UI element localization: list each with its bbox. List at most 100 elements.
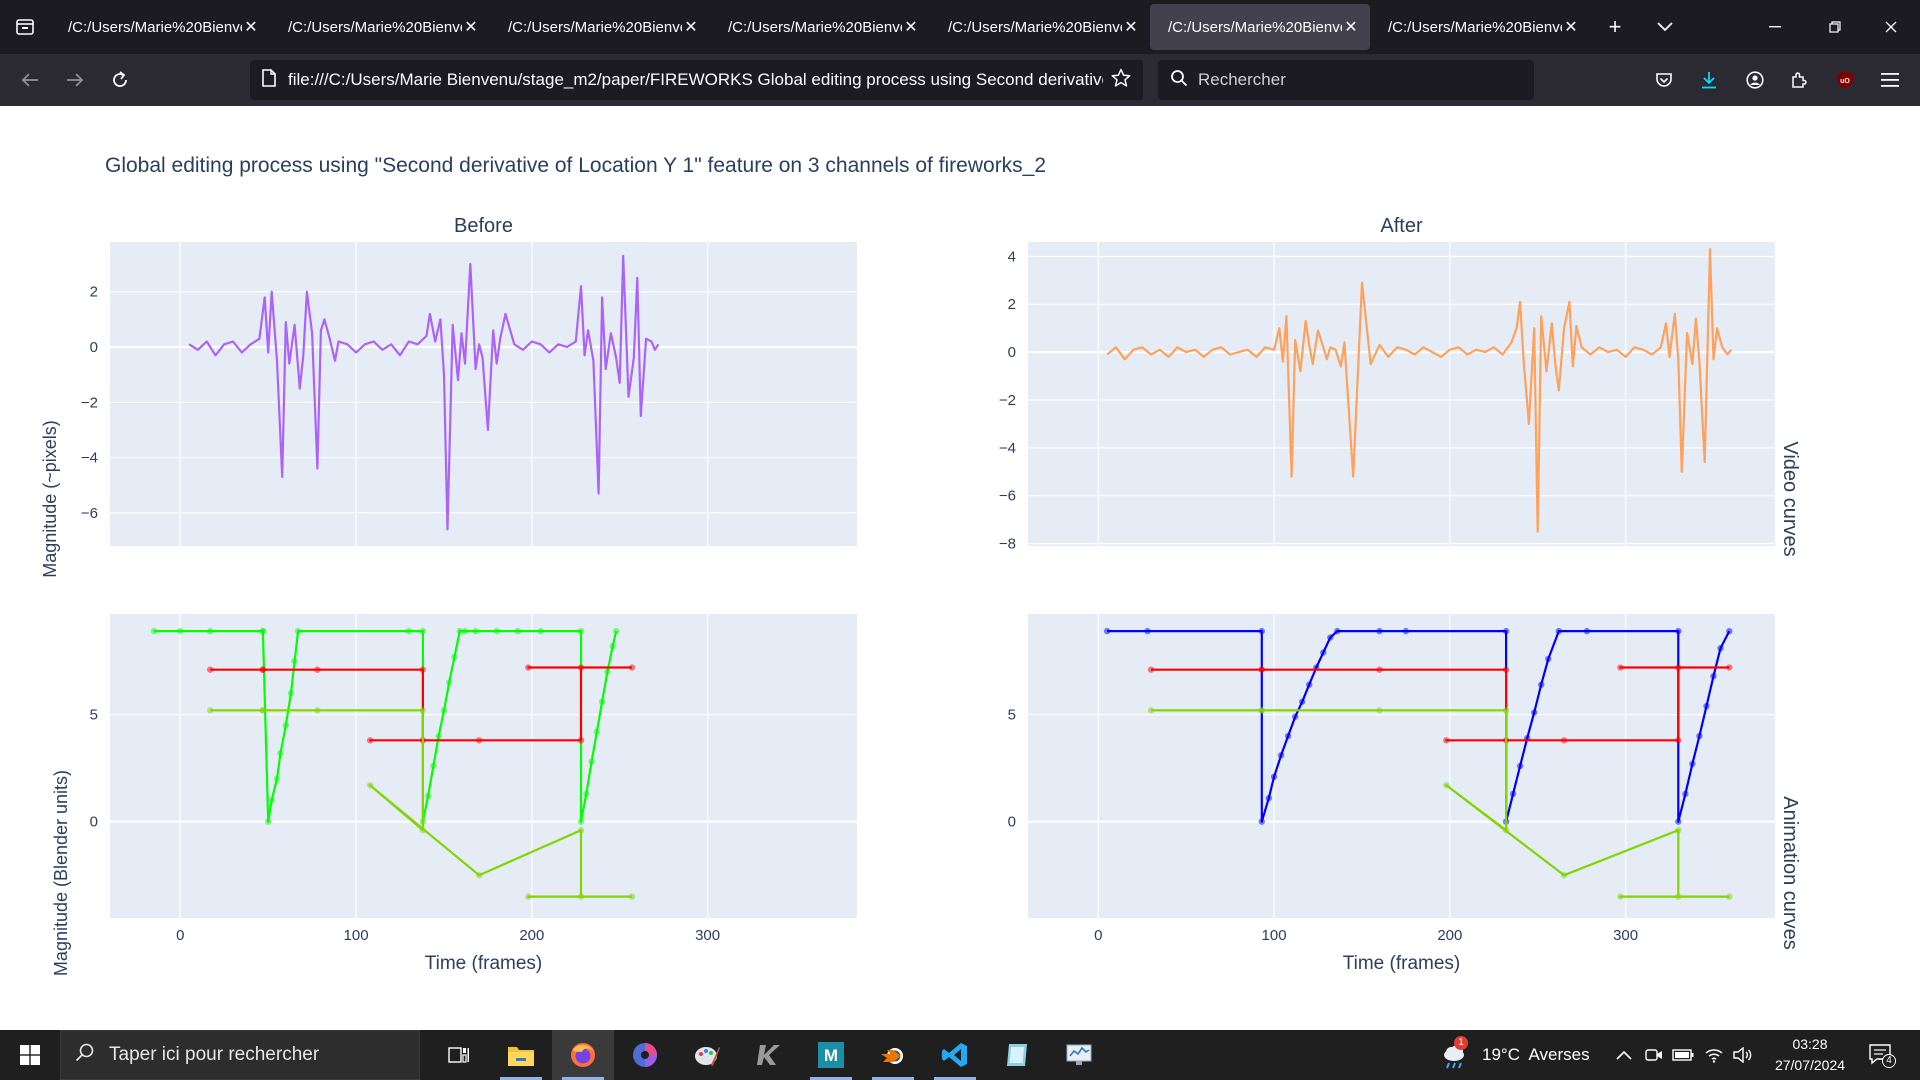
notification-center-icon[interactable]: 4 [1868, 1030, 1896, 1080]
data-point [583, 790, 590, 798]
list-all-tabs-button[interactable] [1640, 0, 1690, 54]
firefox-view-icon[interactable] [0, 0, 50, 54]
close-tab-icon[interactable]: ✕ [1562, 17, 1580, 37]
data-point [475, 871, 483, 879]
data-point [1675, 827, 1682, 834]
search-input[interactable] [1198, 70, 1518, 90]
data-point [419, 707, 427, 714]
browser-tab[interactable]: /C:/Users/Marie%20Bienvenu✕ [930, 4, 1150, 50]
y-tick-label: −2 [81, 394, 98, 411]
data-point [1675, 818, 1682, 825]
data-point [604, 668, 611, 676]
autodesk-maya-icon[interactable]: M [800, 1030, 862, 1080]
close-tab-icon[interactable]: ✕ [242, 17, 260, 37]
reload-button[interactable] [98, 60, 142, 100]
search-bar[interactable] [1158, 60, 1534, 100]
url-text[interactable]: file:///C:/Users/Marie Bienvenu/stage_m2… [288, 70, 1103, 90]
close-tab-icon[interactable]: ✕ [462, 17, 480, 37]
data-point [1502, 666, 1510, 673]
browser-tab[interactable]: /C:/Users/Marie%20Bienvenu✕ [1150, 4, 1370, 50]
downloads-icon[interactable] [1691, 62, 1727, 98]
data-point [1502, 827, 1510, 834]
ublock-origin-icon[interactable]: uO [1827, 62, 1863, 98]
volume-icon[interactable] [1733, 1030, 1753, 1080]
battery-icon[interactable] [1672, 1030, 1694, 1080]
firefox-icon[interactable] [552, 1030, 614, 1080]
data-point [1531, 709, 1538, 716]
close-tab-icon[interactable]: ✕ [902, 17, 920, 37]
task-view-icon[interactable] [428, 1030, 490, 1080]
page-content: Global editing process using "Second der… [0, 106, 1920, 1030]
weather-widget[interactable]: 1 19°C Averses [1440, 1030, 1590, 1080]
windows-start-icon[interactable] [0, 1030, 60, 1080]
y-tick-label: 5 [90, 707, 98, 724]
data-point [259, 627, 267, 635]
taskbar-search-box[interactable]: Taper ici pour rechercher [60, 1030, 420, 1080]
data-point [1306, 681, 1313, 688]
new-tab-button[interactable]: + [1590, 0, 1640, 54]
data-point [588, 758, 595, 765]
close-tab-icon[interactable]: ✕ [1342, 17, 1360, 37]
browser-tab[interactable]: /C:/Users/Marie%20Bienvenu✕ [50, 4, 270, 50]
data-point [1298, 698, 1306, 705]
data-point [1703, 702, 1710, 710]
data-point [1675, 893, 1682, 900]
data-point [1376, 666, 1383, 673]
extensions-icon[interactable] [1781, 62, 1817, 98]
data-point [405, 627, 412, 635]
ylabel-animation: Magnitude (Blender units) [51, 770, 71, 976]
color-wheel-app-icon[interactable] [614, 1030, 676, 1080]
search-icon [75, 1042, 95, 1068]
close-tab-icon[interactable]: ✕ [682, 17, 700, 37]
browser-tab[interactable]: /C:/Users/Marie%20Bienvenu✕ [710, 4, 930, 50]
file-explorer-icon[interactable] [490, 1030, 552, 1080]
data-point [1726, 893, 1733, 900]
plotly-figure: Global editing process using "Second der… [40, 154, 1801, 976]
data-point [424, 792, 432, 800]
krita-icon[interactable] [738, 1030, 800, 1080]
data-point [1696, 732, 1703, 740]
account-icon[interactable] [1737, 62, 1773, 98]
data-point [294, 627, 302, 635]
x-tick-label: 0 [176, 927, 184, 944]
data-point [1327, 634, 1334, 641]
svg-text:uO: uO [1840, 78, 1850, 85]
notebook-app-icon[interactable] [986, 1030, 1048, 1080]
app-menu-icon[interactable] [1872, 62, 1908, 98]
data-point [1675, 664, 1682, 671]
taskbar-clock[interactable]: 03:28 27/07/2024 [1762, 1034, 1858, 1076]
bookmark-star-icon[interactable] [1111, 68, 1131, 93]
show-hidden-icons-chevron-icon[interactable] [1616, 1030, 1632, 1080]
plot-area [1028, 242, 1775, 546]
close-window-button[interactable] [1862, 0, 1920, 54]
row-title-video: Video curves [1779, 441, 1801, 556]
paint-app-icon[interactable] [676, 1030, 738, 1080]
pocket-icon[interactable] [1646, 62, 1682, 98]
back-button[interactable] [8, 60, 52, 100]
clock-date: 27/07/2024 [1774, 1057, 1846, 1073]
meet-now-icon[interactable] [1645, 1030, 1663, 1080]
blender-icon[interactable] [862, 1030, 924, 1080]
xlabel-after: Time (frames) [1343, 953, 1461, 974]
minimize-button[interactable] [1746, 0, 1804, 54]
data-point [461, 627, 469, 635]
data-point [419, 627, 427, 635]
wifi-icon[interactable] [1704, 1030, 1724, 1080]
restore-button[interactable] [1806, 0, 1864, 54]
tab-bar: /C:/Users/Marie%20Bienvenu✕/C:/Users/Mar… [0, 0, 1920, 54]
forward-button[interactable] [53, 60, 97, 100]
data-point [1675, 737, 1682, 744]
data-point [472, 627, 479, 635]
subplot-anim-before: 050 100 200 300 [90, 614, 857, 944]
browser-tab[interactable]: /C:/Users/Marie%20Bienvenu✕ [1370, 4, 1590, 50]
x-tick-label: 200 [519, 927, 544, 944]
browser-tab[interactable]: /C:/Users/Marie%20Bienvenu✕ [270, 4, 490, 50]
data-point [525, 893, 532, 900]
browser-tab[interactable]: /C:/Users/Marie%20Bienvenu✕ [490, 4, 710, 50]
vscode-icon[interactable] [924, 1030, 986, 1080]
close-tab-icon[interactable]: ✕ [1122, 17, 1140, 37]
address-bar[interactable]: file:///C:/Users/Marie Bienvenu/stage_m2… [250, 60, 1143, 100]
x-tick-label: 300 [1613, 927, 1638, 944]
monitor-app-icon[interactable] [1048, 1030, 1110, 1080]
data-point [1617, 893, 1624, 900]
